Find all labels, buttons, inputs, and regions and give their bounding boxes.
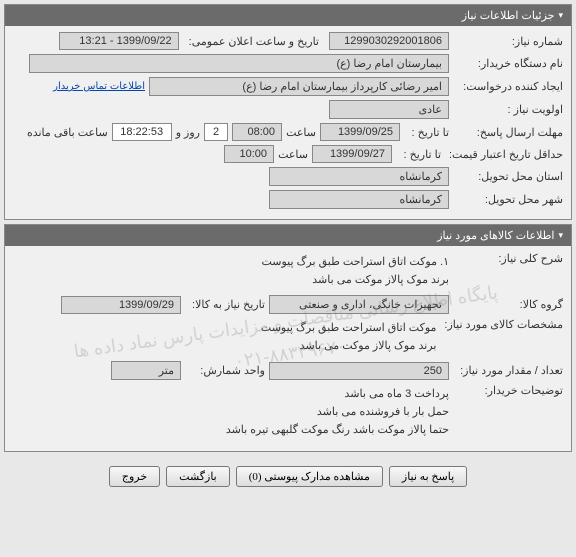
group-value: تجهیزات خانگی، اداری و صنعتی xyxy=(269,295,449,314)
deadline-time-label: ساعت xyxy=(286,126,316,139)
exit-button[interactable]: خروج xyxy=(109,466,160,487)
desc-block: ۱. موکت اتاق استراحت طبق برگ پیوست برند … xyxy=(261,252,449,291)
creator-label: ایجاد کننده درخواست: xyxy=(453,80,563,93)
desc-line1: ۱. موکت اتاق استراحت طبق برگ پیوست xyxy=(261,254,449,272)
notes-block: پرداخت 3 ماه می باشد حمل بار با فروشنده … xyxy=(226,384,449,441)
panel2-body: شرح کلی نیاز: ۱. موکت اتاق استراحت طبق ب… xyxy=(5,246,571,451)
panel2-header[interactable]: ▾ اطلاعات کالاهای مورد نیاز xyxy=(5,225,571,246)
remain-time: 18:22:53 xyxy=(112,123,172,141)
contact-link[interactable]: اطلاعات تماس خریدار xyxy=(53,81,145,92)
req-no-value: 1299030292001806 xyxy=(329,32,449,50)
creator-value: امیر رضائی کارپرداز بیمارستان امام رضا (… xyxy=(149,77,449,96)
validity-label: حداقل تاریخ اعتبار قیمت: xyxy=(445,148,563,161)
spec-block: موکت اتاق استراحت طبق برگ پیوست برند موک… xyxy=(261,318,437,357)
goods-panel: ▾ اطلاعات کالاهای مورد نیاز شرح کلی نیاز… xyxy=(4,224,572,452)
panel1-body: شماره نیاز: 1299030292001806 تاریخ و ساع… xyxy=(5,26,571,219)
validity-to-label: تا تاریخ : xyxy=(396,148,441,161)
spec-line2: برند موک پالاز موکت می باشد xyxy=(261,338,437,356)
deadline-date: 1399/09/25 xyxy=(320,123,400,141)
validity-time: 10:00 xyxy=(224,145,274,163)
validity-time-label: ساعت xyxy=(278,148,308,161)
qty-label: تعداد / مقدار مورد نیاز: xyxy=(453,364,563,377)
pub-time-label: تاریخ و ساعت اعلان عمومی: xyxy=(183,35,325,48)
province-label: استان محل تحویل: xyxy=(453,170,563,183)
spec-label: مشخصات کالای مورد نیاز: xyxy=(440,318,563,331)
buyer-value: بیمارستان امام رضا (ع) xyxy=(29,54,449,73)
chevron-down-icon: ▾ xyxy=(558,230,563,241)
info-panel: ▾ جزئیات اطلاعات نیاز شماره نیاز: 129903… xyxy=(4,4,572,220)
panel2-title: اطلاعات کالاهای مورد نیاز xyxy=(437,229,554,242)
city-label: شهر محل تحویل: xyxy=(453,193,563,206)
city-value: کرمانشاه xyxy=(269,190,449,209)
validity-date: 1399/09/27 xyxy=(312,145,392,163)
remain-days: 2 xyxy=(204,123,228,141)
attachments-button[interactable]: مشاهده مدارک پیوستی (0) xyxy=(236,466,383,487)
desc-line2: برند موک پالاز موکت می باشد xyxy=(261,272,449,290)
back-button[interactable]: بازگشت xyxy=(166,466,230,487)
req-no-label: شماره نیاز: xyxy=(453,35,563,48)
spec-line1: موکت اتاق استراحت طبق برگ پیوست xyxy=(261,320,437,338)
remain-suffix: ساعت باقی مانده xyxy=(27,126,108,139)
pub-time-value: 1399/09/22 - 13:21 xyxy=(59,32,179,50)
notes-line2: حمل بار با فروشنده می باشد xyxy=(226,404,449,422)
buyer-label: نام دستگاه خریدار: xyxy=(453,57,563,70)
deadline-label: مهلت ارسال پاسخ: xyxy=(453,126,563,139)
remain-day-label: روز و xyxy=(176,126,200,139)
group-label: گروه کالا: xyxy=(453,298,563,311)
notes-line1: پرداخت 3 ماه می باشد xyxy=(226,386,449,404)
unit-label: واحد شمارش: xyxy=(185,364,265,377)
desc-label: شرح کلی نیاز: xyxy=(453,252,563,265)
notes-line3: حتما پالاز موکت باشد رنگ موکت گلبهی تیره… xyxy=(226,422,449,440)
deadline-to-label: تا تاریخ : xyxy=(404,126,449,139)
priority-label: اولویت نیاز : xyxy=(453,103,563,116)
notes-label: توضیحات خریدار: xyxy=(453,384,563,397)
need-date-label: تاریخ نیاز به کالا: xyxy=(185,298,265,311)
qty-value: 250 xyxy=(269,362,449,380)
reply-button[interactable]: پاسخ به نیاز xyxy=(389,466,467,487)
action-bar: پاسخ به نیاز مشاهده مدارک پیوستی (0) باز… xyxy=(0,456,576,493)
panel1-header[interactable]: ▾ جزئیات اطلاعات نیاز xyxy=(5,5,571,26)
need-date-value: 1399/09/29 xyxy=(61,296,181,314)
panel1-title: جزئیات اطلاعات نیاز xyxy=(462,9,555,22)
chevron-down-icon: ▾ xyxy=(558,10,563,21)
province-value: کرمانشاه xyxy=(269,167,449,186)
priority-value: عادی xyxy=(329,100,449,119)
unit-value: متر xyxy=(111,361,181,380)
deadline-time: 08:00 xyxy=(232,123,282,141)
